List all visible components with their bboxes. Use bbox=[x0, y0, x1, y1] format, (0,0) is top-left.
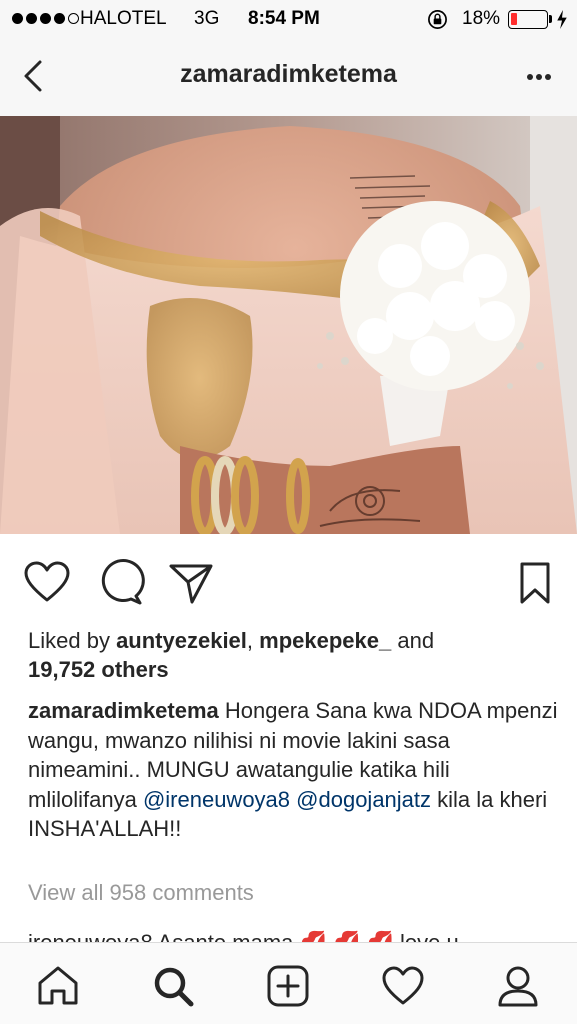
status-time: 8:54 PM bbox=[248, 8, 320, 29]
battery-percent: 18% bbox=[462, 8, 501, 29]
activity-icon[interactable] bbox=[380, 963, 426, 1009]
likes-others-link[interactable]: 19,752 others bbox=[28, 657, 169, 682]
carrier-name: HALOTEL bbox=[80, 8, 167, 29]
likes-summary: Liked by auntyezekiel, mpekepeke_ and 19… bbox=[28, 626, 558, 684]
likes-separator: , bbox=[246, 628, 260, 653]
post-action-bar bbox=[0, 534, 577, 628]
liker-link[interactable]: mpekepeke_ bbox=[259, 628, 391, 653]
caption-username[interactable]: zamaradimketema bbox=[28, 698, 219, 723]
mention-link[interactable]: @dogojanjatz bbox=[296, 787, 431, 812]
post-caption: zamaradimketema Hongera Sana kwa NDOA mp… bbox=[28, 696, 558, 844]
charging-bolt-icon bbox=[557, 10, 567, 29]
search-icon[interactable] bbox=[150, 963, 196, 1009]
likes-prefix: Liked by bbox=[28, 628, 117, 653]
new-post-icon[interactable] bbox=[265, 963, 311, 1009]
view-all-comments-link[interactable]: View all 958 comments bbox=[28, 880, 254, 906]
battery-icon bbox=[508, 10, 548, 29]
page-title[interactable]: zamaradimketema bbox=[0, 60, 577, 89]
comment-icon[interactable] bbox=[96, 558, 146, 608]
nav-header: zamaradimketema bbox=[0, 38, 577, 116]
share-icon[interactable] bbox=[166, 558, 216, 608]
battery-tip bbox=[549, 15, 552, 23]
post-photo[interactable] bbox=[0, 116, 577, 534]
network-type: 3G bbox=[194, 8, 220, 29]
profile-icon[interactable] bbox=[495, 963, 541, 1009]
mention-link[interactable]: @ireneuwoya8 bbox=[143, 787, 290, 812]
likes-and: and bbox=[391, 628, 435, 653]
bottom-tab-bar bbox=[0, 942, 577, 1024]
orientation-lock-icon bbox=[428, 10, 447, 29]
heart-icon[interactable] bbox=[22, 558, 72, 608]
bookmark-icon[interactable] bbox=[510, 558, 560, 608]
status-bar: HALOTEL 3G 8:54 PM 18% bbox=[0, 0, 577, 38]
home-icon[interactable] bbox=[35, 963, 81, 1009]
liker-link[interactable]: auntyezekiel bbox=[116, 628, 247, 653]
ellipsis-icon[interactable] bbox=[522, 64, 556, 90]
signal-strength-icon bbox=[12, 13, 79, 24]
